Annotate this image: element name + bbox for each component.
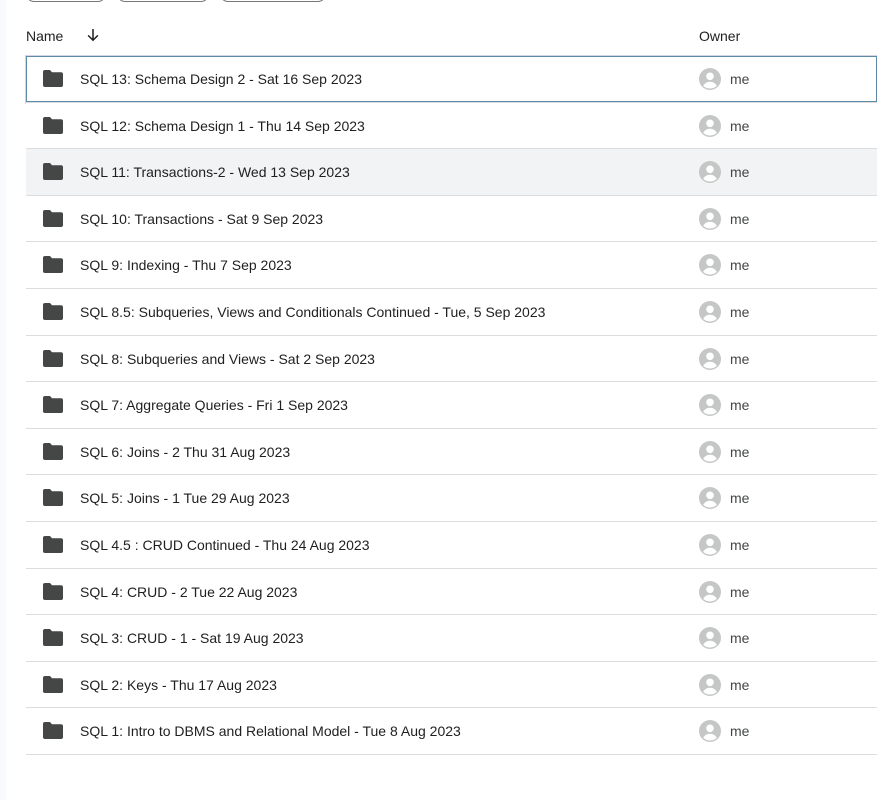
folder-icon — [43, 722, 63, 740]
file-row[interactable]: SQL 10: Transactions - Sat 9 Sep 2023 me — [26, 195, 877, 243]
folder-icon — [43, 675, 63, 693]
column-header: Name Owner — [26, 20, 877, 52]
file-name: SQL 9: Indexing - Thu 7 Sep 2023 — [80, 257, 292, 274]
file-name: SQL 8: Subqueries and Views - Sat 2 Sep … — [80, 350, 375, 367]
file-name: SQL 11: Transactions-2 - Wed 13 Sep 2023 — [80, 164, 350, 181]
avatar-icon — [699, 300, 721, 323]
folder-icon — [43, 209, 63, 227]
avatar-icon — [699, 254, 721, 277]
avatar-icon — [699, 487, 721, 510]
avatar-icon — [699, 68, 721, 90]
avatar-icon — [699, 673, 721, 696]
avatar-icon — [699, 627, 721, 650]
name-column-header[interactable]: Name — [26, 28, 63, 44]
arrow-down-icon[interactable] — [84, 26, 102, 44]
filter-chip[interactable] — [220, 0, 326, 2]
owner-name: me — [730, 350, 750, 367]
filter-chip[interactable] — [26, 0, 106, 2]
file-row[interactable]: SQL 8.5: Subqueries, Views and Condition… — [26, 288, 877, 336]
avatar-icon — [699, 161, 721, 184]
avatar-icon — [699, 580, 721, 603]
file-name: SQL 8.5: Subqueries, Views and Condition… — [80, 303, 546, 320]
file-row[interactable]: SQL 4: CRUD - 2 Tue 22 Aug 2023 me — [26, 568, 877, 616]
avatar-icon — [699, 533, 721, 556]
avatar-icon — [699, 114, 721, 137]
owner-name: me — [730, 490, 750, 507]
owner-name: me — [730, 630, 750, 647]
file-name: SQL 6: Joins - 2 Thu 31 Aug 2023 — [80, 443, 291, 460]
file-row[interactable]: SQL 4.5 : CRUD Continued - Thu 24 Aug 20… — [26, 521, 877, 569]
file-name: SQL 5: Joins - 1 Tue 29 Aug 2023 — [80, 490, 290, 507]
folder-icon — [43, 70, 63, 87]
file-row[interactable]: SQL 11: Transactions-2 - Wed 13 Sep 2023… — [26, 149, 877, 196]
file-row[interactable]: SQL 9: Indexing - Thu 7 Sep 2023 me — [26, 242, 877, 289]
file-name: SQL 1: Intro to DBMS and Relational Mode… — [80, 723, 461, 740]
folder-icon — [43, 582, 63, 600]
owner-column-header[interactable]: Owner — [699, 28, 740, 44]
file-name: SQL 3: CRUD - 1 - Sat 19 Aug 2023 — [80, 630, 304, 647]
file-row[interactable]: SQL 6: Joins - 2 Thu 31 Aug 2023 me — [26, 428, 877, 476]
folder-icon — [43, 163, 63, 181]
file-name: SQL 13: Schema Design 2 - Sat 16 Sep 202… — [80, 71, 362, 87]
file-name: SQL 10: Transactions - Sat 9 Sep 2023 — [80, 210, 324, 227]
folder-icon — [43, 116, 63, 134]
folder-icon — [43, 442, 63, 460]
owner-name: me — [730, 723, 750, 740]
folder-icon — [43, 349, 63, 367]
owner-name: me — [730, 583, 750, 600]
file-name: SQL 7: Aggregate Queries - Fri 1 Sep 202… — [80, 397, 348, 414]
owner-name: me — [730, 303, 750, 320]
folder-icon — [43, 256, 63, 274]
file-name: SQL 2: Keys - Thu 17 Aug 2023 — [80, 676, 277, 693]
file-row[interactable]: SQL 2: Keys - Thu 17 Aug 2023 me — [26, 661, 877, 709]
file-name: SQL 4.5 : CRUD Continued - Thu 24 Aug 20… — [80, 536, 370, 553]
avatar-icon — [699, 207, 721, 230]
owner-name: me — [730, 117, 750, 134]
file-row[interactable]: SQL 1: Intro to DBMS and Relational Mode… — [26, 708, 877, 755]
file-list: SQL 13: Schema Design 2 - Sat 16 Sep 202… — [25, 55, 877, 755]
folder-icon — [43, 396, 63, 414]
avatar-icon — [699, 347, 721, 370]
file-row[interactable]: SQL 12: Schema Design 1 - Thu 14 Sep 202… — [26, 102, 877, 150]
owner-name: me — [730, 397, 750, 414]
file-list-panel: Name Owner SQL 13: Schema Design 2 - Sat… — [6, 0, 877, 800]
folder-icon — [43, 302, 63, 320]
owner-name: me — [730, 443, 750, 460]
file-name: SQL 4: CRUD - 2 Tue 22 Aug 2023 — [80, 583, 298, 600]
filter-chip[interactable] — [117, 0, 209, 2]
file-row[interactable]: SQL 5: Joins - 1 Tue 29 Aug 2023 me — [26, 475, 877, 522]
file-row[interactable]: SQL 8: Subqueries and Views - Sat 2 Sep … — [26, 335, 877, 383]
folder-icon — [43, 535, 63, 553]
avatar-icon — [699, 440, 721, 463]
owner-name: me — [730, 210, 750, 227]
file-row[interactable]: SQL 7: Aggregate Queries - Fri 1 Sep 202… — [26, 382, 877, 429]
folder-icon — [43, 629, 63, 647]
file-name: SQL 12: Schema Design 1 - Thu 14 Sep 202… — [80, 117, 365, 134]
folder-icon — [43, 489, 63, 507]
file-row[interactable]: SQL 3: CRUD - 1 - Sat 19 Aug 2023 me — [26, 615, 877, 662]
avatar-icon — [699, 720, 721, 743]
owner-name: me — [730, 257, 750, 274]
owner-name: me — [730, 536, 750, 553]
avatar-icon — [699, 394, 721, 417]
owner-name: me — [730, 676, 750, 693]
owner-name: me — [730, 71, 750, 87]
owner-name: me — [730, 164, 750, 181]
file-row[interactable]: SQL 13: Schema Design 2 - Sat 16 Sep 202… — [25, 55, 877, 104]
